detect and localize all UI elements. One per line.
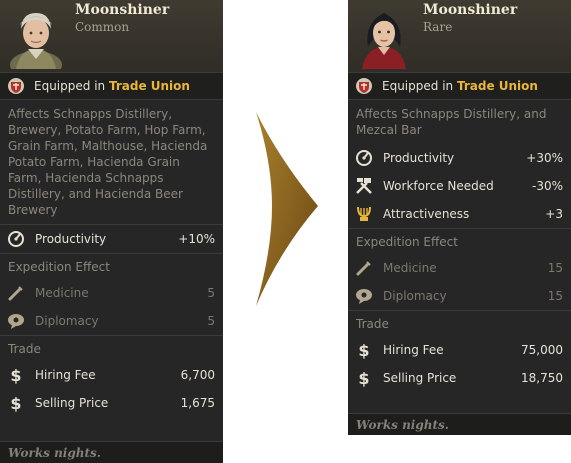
stat-label: Hiring Fee [383, 343, 444, 357]
stat-label: Hiring Fee [35, 368, 96, 382]
elderly-worker-portrait [10, 13, 62, 69]
productivity-icon [354, 148, 374, 168]
stat-label: Workforce Needed [383, 179, 494, 193]
trade-union-icon [356, 78, 372, 94]
specialist-rarity: Rare [423, 20, 453, 34]
stat-value: 6,700 [180, 368, 215, 382]
stat-productivity: Productivity +30% [348, 144, 571, 172]
affects-section: Affects Schnapps Distillery, Brewery, Po… [0, 100, 223, 224]
specialist-card-rare: Moonshiner Rare Equipped in Trade Union … [348, 0, 571, 435]
dollar-icon: $ [10, 393, 22, 413]
workforce-icon [354, 176, 374, 196]
stat-value: 75,000 [521, 343, 563, 357]
trade-title: Trade [348, 310, 571, 336]
stat-label: Diplomacy [383, 289, 447, 303]
dollar-icon: $ [10, 365, 22, 385]
stat-value: +30% [526, 151, 563, 165]
flavor-text: Works nights. [0, 441, 223, 463]
productivity-icon [6, 229, 26, 249]
expedition-medicine: Medicine 15 [348, 254, 571, 282]
specialist-name: Moonshiner [75, 2, 170, 18]
stat-label: Selling Price [35, 396, 109, 410]
expedition-effect-title: Expedition Effect [0, 253, 223, 279]
affects-text: Affects Schnapps Distillery, and Mezcal … [356, 107, 547, 137]
stat-attractiveness: Attractiveness +3 [348, 200, 571, 228]
stat-value: -30% [531, 179, 563, 193]
medicine-icon [6, 283, 26, 303]
stat-value: 1,675 [180, 396, 215, 410]
card-header: Moonshiner Rare [348, 0, 571, 72]
trade-union-link[interactable]: Trade Union [457, 79, 538, 93]
dollar-icon: $ [358, 368, 370, 388]
specialist-card-common: Moonshiner Common Equipped in Trade Unio… [0, 0, 223, 463]
stat-label: Medicine [35, 286, 89, 300]
equipped-row: Equipped in Trade Union [348, 72, 571, 100]
specialist-name: Moonshiner [423, 2, 518, 18]
stat-value: +3 [545, 207, 563, 221]
stat-value: +10% [178, 232, 215, 246]
stat-value: 5 [207, 314, 215, 328]
trade-union-icon [8, 78, 24, 94]
equipped-label: Equipped in Trade Union [34, 79, 190, 93]
stat-label: Productivity [35, 232, 107, 246]
expedition-medicine: Medicine 5 [0, 279, 223, 307]
trade-selling-price: $ Selling Price 1,675 [0, 389, 223, 417]
equipped-prefix: Equipped in [382, 79, 454, 93]
expedition-diplomacy: Diplomacy 15 [348, 282, 571, 310]
trade-union-link[interactable]: Trade Union [109, 79, 190, 93]
trade-selling-price: $ Selling Price 18,750 [348, 364, 571, 392]
trade-hiring-fee: $ Hiring Fee 6,700 [0, 361, 223, 389]
specialist-rarity: Common [75, 20, 130, 34]
dollar-icon: $ [358, 340, 370, 360]
diplomacy-icon [6, 311, 26, 331]
young-woman-portrait [362, 13, 406, 69]
expedition-effect-title: Expedition Effect [348, 228, 571, 254]
stat-label: Selling Price [383, 371, 457, 385]
equipped-label: Equipped in Trade Union [382, 79, 538, 93]
stat-value: 5 [207, 286, 215, 300]
stat-label: Medicine [383, 261, 437, 275]
medicine-icon [354, 258, 374, 278]
attractiveness-icon [354, 204, 374, 224]
equipped-prefix: Equipped in [34, 79, 106, 93]
stat-productivity: Productivity +10% [0, 225, 223, 253]
arrow-right-icon [256, 112, 318, 306]
card-header: Moonshiner Common [0, 0, 223, 72]
expedition-diplomacy: Diplomacy 5 [0, 307, 223, 335]
stat-label: Productivity [383, 151, 455, 165]
trade-hiring-fee: $ Hiring Fee 75,000 [348, 336, 571, 364]
stat-label: Attractiveness [383, 207, 470, 221]
stat-value: 15 [547, 261, 563, 275]
trade-title: Trade [0, 335, 223, 361]
flavor-text: Works nights. [348, 413, 571, 435]
stat-value: 18,750 [521, 371, 563, 385]
affects-section: Affects Schnapps Distillery, and Mezcal … [348, 100, 571, 144]
affects-text: Affects Schnapps Distillery, Brewery, Po… [8, 107, 208, 217]
stat-value: 15 [547, 289, 563, 303]
equipped-row: Equipped in Trade Union [0, 72, 223, 100]
diplomacy-icon [354, 286, 374, 306]
stat-workforce-needed: Workforce Needed -30% [348, 172, 571, 200]
stat-label: Diplomacy [35, 314, 99, 328]
